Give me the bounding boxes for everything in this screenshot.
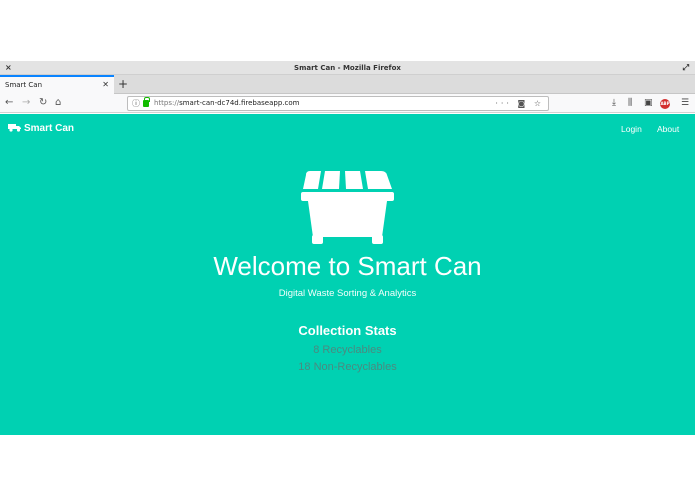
recyclables-count: 8 Recyclables [313,344,382,356]
brand-name: Smart Can [24,123,75,134]
login-link[interactable]: Login [621,123,642,135]
window-close-icon[interactable]: × [5,61,12,75]
back-icon[interactable]: ← [5,96,13,110]
tab-strip: Smart Can ✕ + [0,75,695,94]
forward-icon[interactable]: → [22,96,30,110]
about-link[interactable]: About [657,123,679,135]
truck-icon [8,124,21,132]
page-viewport: Smart Can Login About Welcome to Smart C… [0,114,695,435]
hero-subtitle: Digital Waste Sorting & Analytics [278,288,417,299]
dumpster-icon [301,171,394,244]
pocket-icon[interactable]: ◙ [518,99,529,108]
nav-toolbar: ← → ↻ ⌂ ⓘ https://smart-can-dc74d.fireba… [0,94,695,113]
sidebar-icon[interactable]: ▣ [644,96,653,110]
tab-close-icon[interactable]: ✕ [102,77,109,93]
reload-icon[interactable]: ↻ [39,96,47,110]
screenshot-frame: × Smart Can - Mozilla Firefox ⤢ Smart Ca… [0,0,695,494]
window-maximize-icon[interactable]: ⤢ [683,61,689,75]
tab-smart-can[interactable]: Smart Can ✕ [0,75,114,94]
non-recyclables-count: 18 Non-Recyclables [298,361,397,373]
brand-link[interactable]: Smart Can [8,123,74,135]
page-actions: ··· ◙ ☆ [495,97,544,110]
url-text[interactable]: https://smart-can-dc74d.firebaseapp.com [154,97,299,110]
lock-icon[interactable] [143,97,150,107]
library-icon[interactable]: ⫼ [628,96,632,110]
downloads-icon[interactable]: ⤓ [612,96,616,110]
adblock-icon[interactable]: ABP [660,99,670,109]
bookmark-star-icon[interactable]: ☆ [534,99,544,108]
url-domain: smart-can-dc74d.firebaseapp.com [179,99,300,107]
site-info-icon[interactable]: ⓘ [132,97,140,110]
new-tab-icon[interactable]: + [118,75,128,93]
collection-stats-title: Collection Stats [298,323,397,338]
window-titlebar: × Smart Can - Mozilla Firefox ⤢ [0,61,695,75]
url-prefix: https:// [154,99,180,107]
menu-icon[interactable]: ☰ [681,96,689,110]
window-title: Smart Can - Mozilla Firefox [294,64,401,72]
page-actions-menu-icon[interactable]: ··· [495,99,512,108]
home-icon[interactable]: ⌂ [55,96,61,110]
address-bar[interactable]: ⓘ https://smart-can-dc74d.firebaseapp.co… [127,96,549,111]
tab-label: Smart Can [5,81,43,89]
hero-title: Welcome to Smart Can [213,251,482,281]
